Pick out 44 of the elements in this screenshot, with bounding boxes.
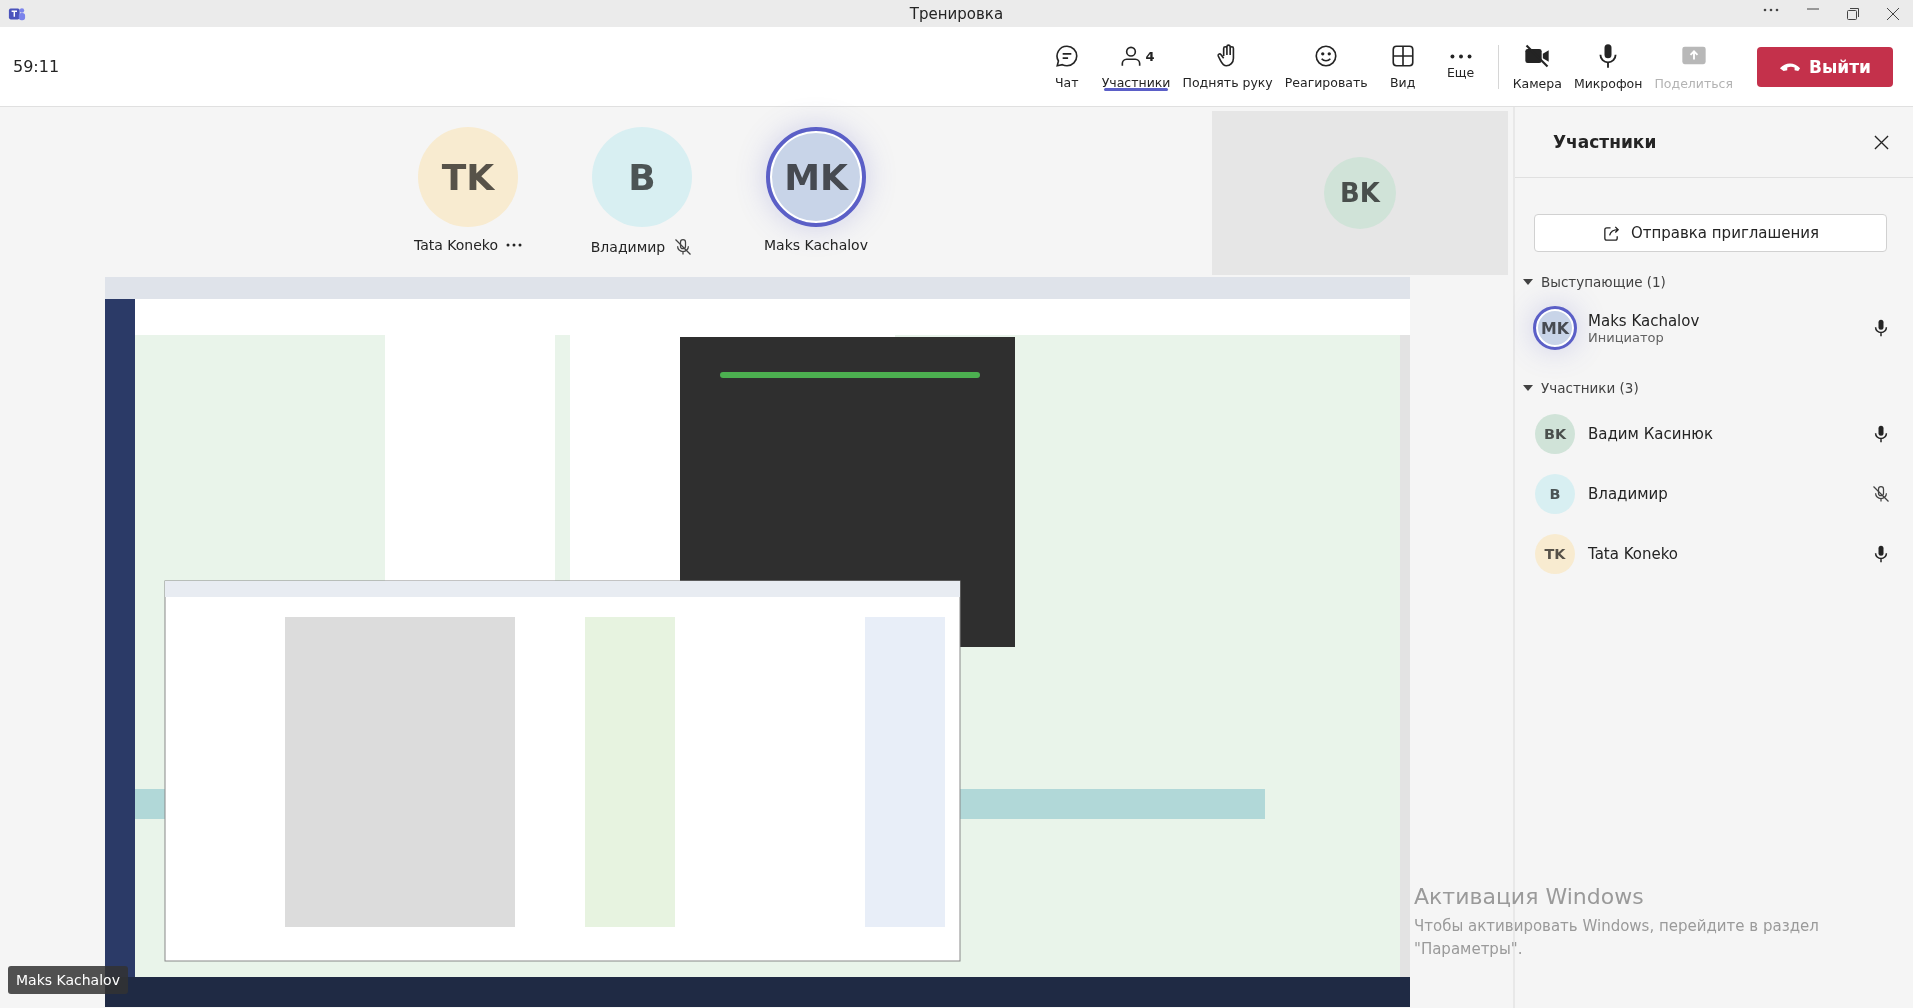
mic-button[interactable]: Микрофон — [1567, 26, 1649, 107]
section-header[interactable]: Участники (3) — [1523, 380, 1913, 396]
caret-icon — [1523, 277, 1533, 287]
participant-avatar: BK — [1535, 414, 1575, 454]
view-button[interactable]: Вид — [1373, 26, 1432, 107]
participant-avatar: BK — [1324, 157, 1396, 229]
participant-name: Maks Kachalov — [764, 237, 868, 253]
participant-avatar: TK — [418, 127, 518, 227]
participant-name: Вадим Касинюк — [1588, 425, 1715, 443]
section-header[interactable]: Выступающие (1) — [1523, 274, 1913, 290]
more-icon[interactable] — [506, 243, 522, 247]
more-icon — [1449, 53, 1472, 59]
activation-title: Активация Windows — [1414, 884, 1645, 909]
hand-button[interactable]: Поднять руку — [1176, 26, 1279, 107]
leave-button[interactable]: Выйти — [1757, 46, 1893, 87]
react-button[interactable]: Реагировать — [1278, 26, 1374, 107]
window-title: Тренировка — [909, 4, 1004, 23]
grid-icon — [1389, 43, 1416, 69]
people-button[interactable]: 4 Участники — [1095, 26, 1177, 107]
activation-text: Чтобы активировать Windows, перейдите в раздел "Параметры". — [1414, 916, 1820, 960]
participant-avatar: MK — [1533, 306, 1577, 350]
participant-avatar: TK — [1535, 534, 1575, 574]
participant-avatar: B — [592, 127, 692, 227]
panel-title: Участники — [1553, 132, 1657, 152]
camera-off-icon — [1523, 42, 1552, 70]
more-button[interactable]: Еще — [1431, 26, 1490, 107]
caret-icon — [1523, 383, 1533, 393]
phone-icon — [1779, 61, 1801, 72]
participant-role: Инициатор — [1588, 329, 1665, 345]
chat-button[interactable]: Чат — [1037, 26, 1096, 107]
chat-icon — [1053, 43, 1080, 69]
participant-avatar: MK — [766, 127, 866, 227]
participant-count: 4 — [1145, 48, 1155, 64]
call-timer: 59:11 — [13, 57, 60, 76]
participant-name: Владимир — [590, 239, 666, 255]
presenter-label: Maks Kachalov — [8, 966, 128, 994]
participant-name: Владимир — [1588, 485, 1669, 503]
invite-button[interactable]: Отправка приглашения — [1534, 214, 1887, 252]
participant-name: Maks Kachalov — [1588, 311, 1701, 330]
participant-name: Tata Koneko — [413, 237, 498, 253]
close-icon[interactable] — [1874, 134, 1889, 150]
camera-button[interactable]: Камера — [1506, 26, 1568, 107]
participant-avatar: B — [1535, 474, 1575, 514]
participant-name: Tata Koneko — [1588, 545, 1680, 563]
